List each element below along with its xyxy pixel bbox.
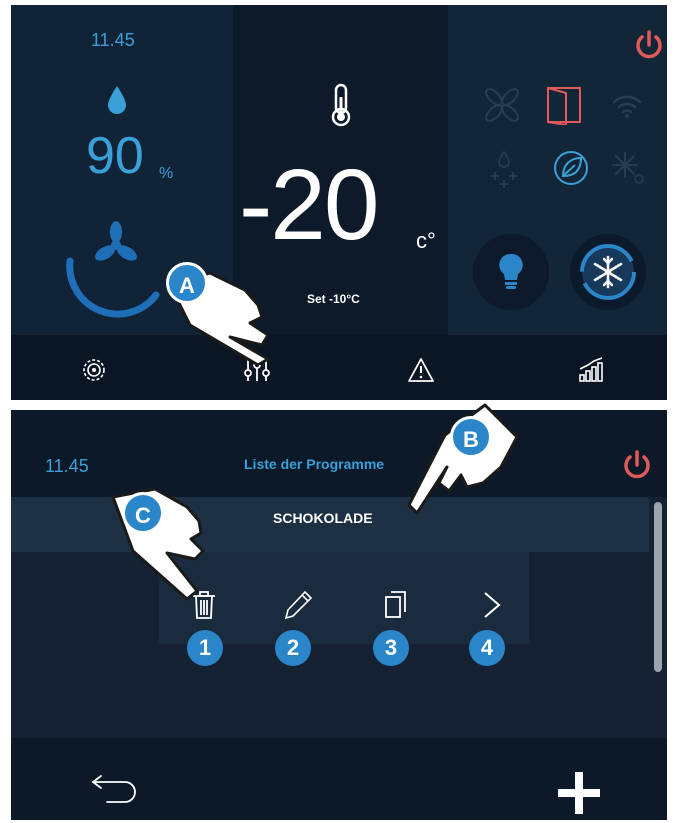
callout-a: A	[166, 262, 208, 304]
program-list-screen: 11.45 Liste der Programme SCHOKOLADE 1 2…	[11, 410, 667, 820]
light-bulb-icon	[499, 253, 523, 289]
chart-icon[interactable]	[578, 357, 604, 383]
setpoint-label[interactable]: Set -10°C	[307, 292, 360, 306]
step-badge-2: 2	[275, 630, 311, 666]
main-nav-bar	[11, 335, 667, 400]
main-screen: 11.45 90 % -20 c° Set -10°C	[11, 5, 667, 400]
chevron-right-icon[interactable]	[481, 590, 503, 620]
wifi-icon	[612, 95, 642, 118]
light-button[interactable]	[473, 234, 549, 310]
cycle-snowflake-icon	[580, 244, 636, 300]
callout-b: B	[450, 416, 492, 458]
defrost-icon	[491, 150, 517, 188]
snowflake-icon	[612, 152, 644, 184]
settings-icon[interactable]	[81, 357, 107, 383]
step-badge-1: 1	[187, 630, 223, 666]
fan-icon	[95, 221, 137, 261]
fan-icon	[485, 88, 519, 122]
program-name: SCHOKOLADE	[273, 510, 373, 526]
thermometer-icon	[331, 83, 351, 127]
copy-icon[interactable]	[383, 590, 409, 620]
step-badge-4: 4	[469, 630, 505, 666]
temperature-value: -20	[239, 149, 380, 261]
header	[11, 410, 667, 497]
humidity-unit: %	[159, 165, 174, 182]
humidity-value: 90	[86, 127, 144, 185]
power-icon[interactable]	[621, 449, 653, 481]
pointer-hand-b	[407, 403, 519, 515]
pencil-icon[interactable]	[283, 590, 313, 620]
eco-leaf-icon	[554, 151, 588, 185]
power-icon[interactable]	[633, 29, 665, 61]
clock: 11.45	[91, 30, 135, 50]
add-icon[interactable]	[556, 770, 602, 816]
temperature-unit: c°	[416, 228, 436, 253]
back-icon[interactable]	[91, 773, 139, 805]
scrollbar[interactable]	[654, 502, 662, 672]
clock: 11.45	[45, 456, 89, 476]
callout-c: C	[122, 492, 164, 534]
step-badge-3: 3	[373, 630, 409, 666]
humidity-drop-icon	[108, 86, 126, 114]
page-title: Liste der Programme	[244, 456, 385, 472]
cycle-button[interactable]	[570, 234, 646, 310]
door-icon	[547, 86, 581, 125]
warning-icon[interactable]	[407, 357, 435, 383]
